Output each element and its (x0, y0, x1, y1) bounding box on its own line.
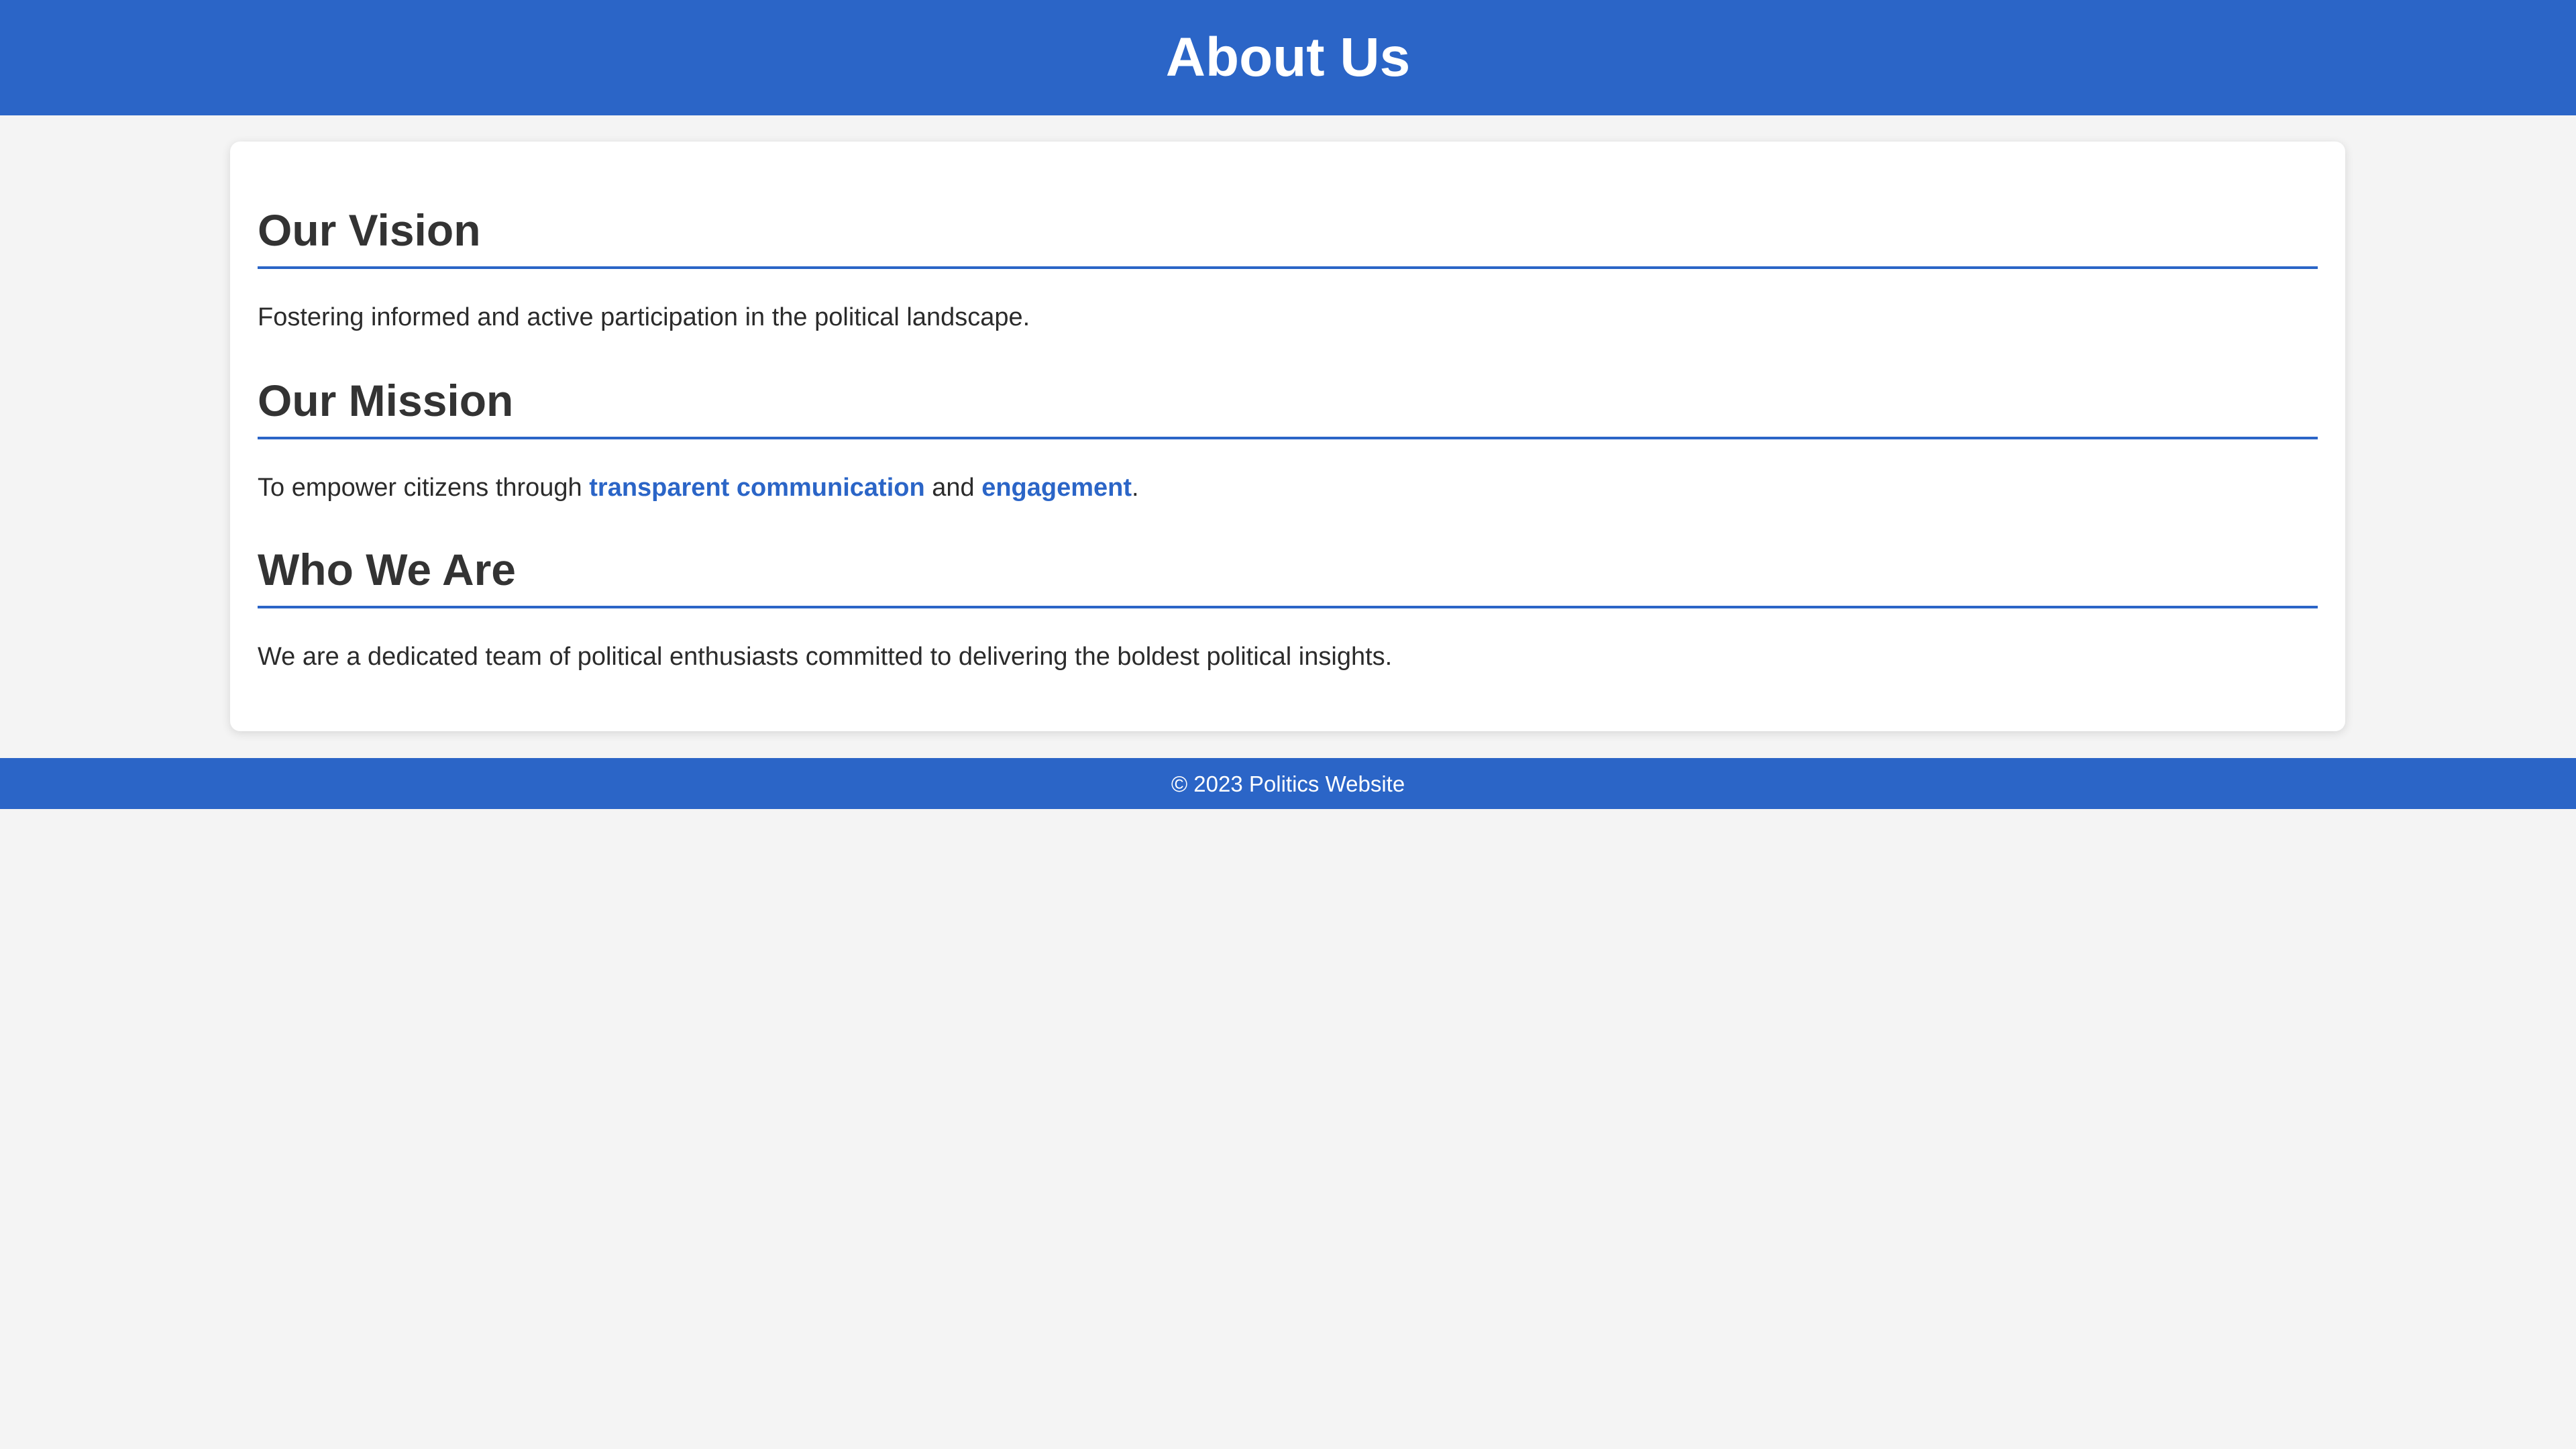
engagement-link[interactable]: engagement (981, 474, 1132, 502)
mission-text-middle: and (924, 474, 982, 502)
mission-text-before: To empower citizens through (258, 474, 590, 502)
page-title: About Us (1165, 27, 1411, 88)
page-footer: © 2023 Politics Website (0, 758, 2576, 809)
copyright-text: © 2023 Politics Website (1171, 771, 1405, 796)
mission-divider (258, 437, 2318, 439)
vision-text: Fostering informed and active participat… (258, 303, 1030, 331)
transparent-communication-link[interactable]: transparent communication (589, 474, 924, 502)
who-we-are-heading: Who We Are (258, 545, 517, 594)
mission-text-after: . (1132, 474, 1139, 502)
who-we-are-divider (258, 606, 2318, 608)
mission-heading: Our Mission (258, 376, 514, 425)
vision-heading: Our Vision (258, 205, 481, 255)
content-card: Our Vision Fostering informed and active… (230, 142, 2345, 731)
vision-divider (258, 266, 2318, 269)
who-we-are-text: We are a dedicated team of political ent… (258, 643, 1393, 671)
page-header: About Us (0, 0, 2576, 115)
mission-text: To empower citizens through transparent … (258, 475, 1139, 500)
